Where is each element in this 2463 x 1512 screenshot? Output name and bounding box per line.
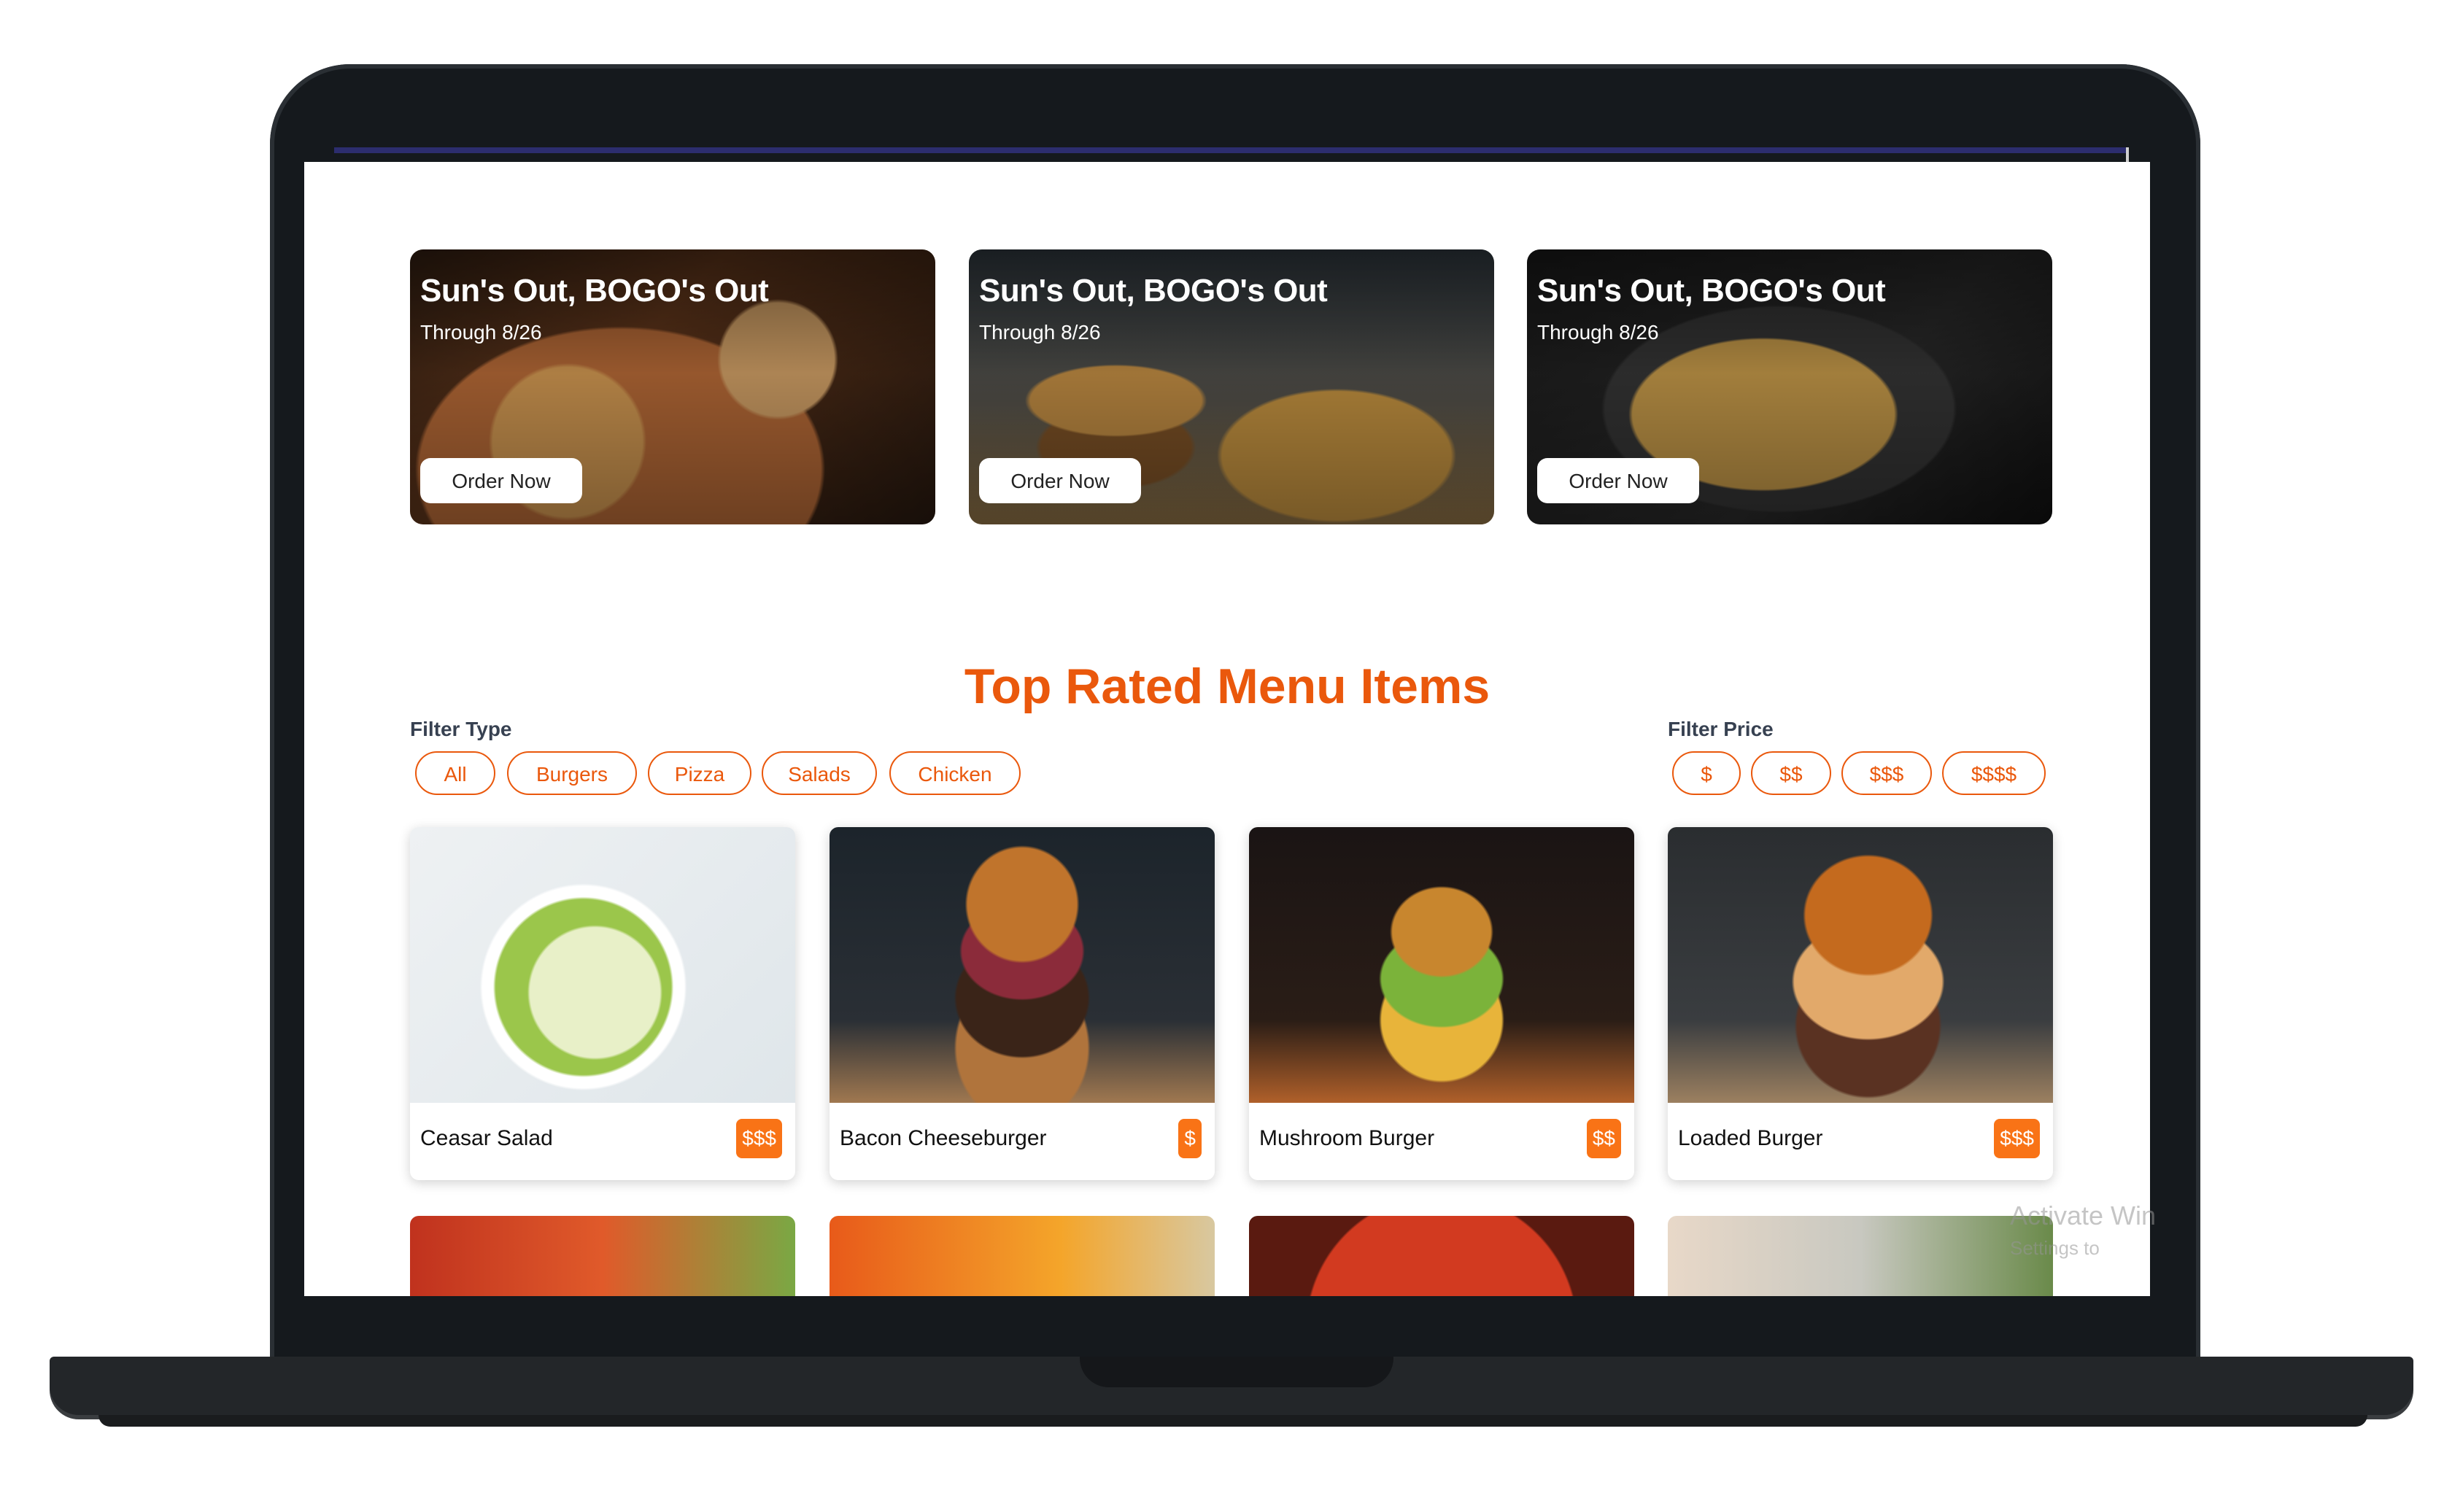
burger-image [830, 827, 1215, 1103]
filter-burgers[interactable]: Burgers [507, 751, 637, 795]
menu-card[interactable]: Mushroom Burger $$ [1249, 827, 1634, 1180]
filter-pizza[interactable]: Pizza [648, 751, 751, 795]
menu-card[interactable]: Loaded Burger $$$ [1668, 827, 2053, 1180]
promo-card: Sun's Out, BOGO's Out Through 8/26 Order… [969, 249, 1494, 524]
promo-subtitle: Through 8/26 [1537, 321, 1659, 344]
menu-item-name: Loaded Burger [1678, 1126, 1823, 1150]
price-badge: $ [1178, 1119, 1202, 1158]
filter-price-2[interactable]: $$ [1751, 751, 1831, 795]
filter-price-label: Filter Price [1668, 718, 1774, 740]
promo-subtitle: Through 8/26 [420, 321, 542, 344]
menu-item-name: Mushroom Burger [1259, 1126, 1435, 1150]
watermark-line2: Settings to [2010, 1237, 2100, 1259]
scroll-tick [2126, 147, 2129, 162]
nav-bar-edge [334, 147, 2129, 153]
menu-card-partial[interactable] [830, 1216, 1215, 1296]
filter-type-label: Filter Type [410, 718, 512, 740]
menu-item-name: Bacon Cheeseburger [840, 1126, 1047, 1150]
filter-salads[interactable]: Salads [762, 751, 877, 795]
menu-card-partial[interactable] [1668, 1216, 2053, 1296]
menu-card[interactable]: Ceasar Salad $$$ [410, 827, 795, 1180]
screen: Sun's Out, BOGO's Out Through 8/26 Order… [304, 162, 2150, 1296]
watermark-line1: Activate Win [2010, 1201, 2157, 1230]
menu-card[interactable]: Bacon Cheeseburger $ [830, 827, 1215, 1180]
promo-title: Sun's Out, BOGO's Out [1537, 273, 1886, 309]
filter-chicken[interactable]: Chicken [889, 751, 1021, 795]
price-badge: $$$ [1994, 1119, 2040, 1158]
activation-watermark: Activate Win Settings to [2010, 1200, 2156, 1264]
filter-price-3[interactable]: $$$ [1841, 751, 1932, 795]
laptop-mockup: Sun's Out, BOGO's Out Through 8/26 Order… [0, 0, 2463, 1512]
filter-all[interactable]: All [415, 751, 495, 795]
order-now-button[interactable]: Order Now [420, 458, 582, 503]
menu-item-name: Ceasar Salad [420, 1126, 553, 1150]
section-title: Top Rated Menu Items [964, 659, 1490, 714]
laptop-base-foot [98, 1415, 2367, 1427]
filter-price-1[interactable]: $ [1672, 751, 1741, 795]
menu-card-partial[interactable] [1249, 1216, 1634, 1296]
burger-image [1668, 827, 2053, 1103]
burger-image [1249, 827, 1634, 1103]
order-now-button[interactable]: Order Now [1537, 458, 1699, 503]
promo-card: Sun's Out, BOGO's Out Through 8/26 Order… [1527, 249, 2052, 524]
promo-title: Sun's Out, BOGO's Out [420, 273, 769, 309]
order-now-button[interactable]: Order Now [979, 458, 1141, 503]
promo-subtitle: Through 8/26 [979, 321, 1101, 344]
price-badge: $$ [1586, 1119, 1621, 1158]
promo-title: Sun's Out, BOGO's Out [979, 273, 1328, 309]
promo-card: Sun's Out, BOGO's Out Through 8/26 Order… [410, 249, 935, 524]
price-badge: $$$ [736, 1119, 782, 1158]
laptop-notch [1080, 1357, 1393, 1387]
filter-price-4[interactable]: $$$$ [1942, 751, 2046, 795]
menu-card-partial[interactable] [410, 1216, 795, 1296]
salad-image [410, 827, 795, 1103]
